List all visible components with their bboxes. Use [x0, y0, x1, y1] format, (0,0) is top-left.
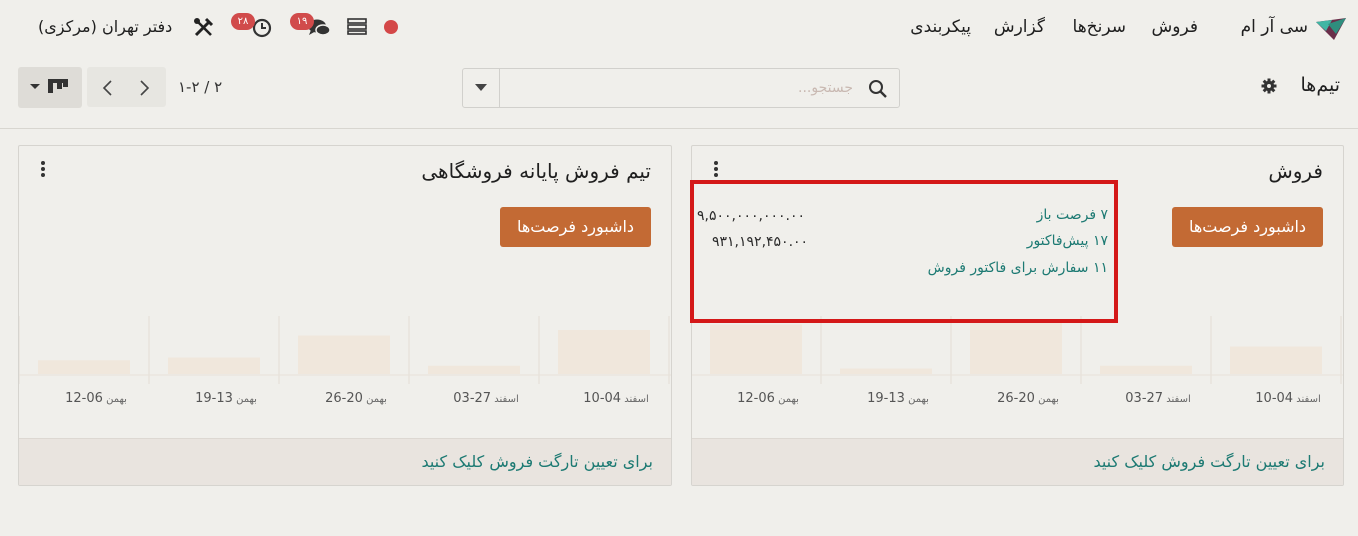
- pos-graph[interactable]: اسفند 04-10 اسفند 27-03 بهمن 20-26 بهمن 13-…: [19, 306, 672, 406]
- graph-bar[interactable]: [558, 330, 650, 374]
- pager-value[interactable]: ۱-۲ / ۲: [178, 78, 222, 96]
- menu-reporting[interactable]: گزارش: [994, 17, 1045, 37]
- top-navbar: سی آر ام فروش سرنخ‌ها گزارش پیکربندی ۱۹ …: [0, 0, 1358, 56]
- set-target-link[interactable]: برای تعیین تارگت فروش کلیک کنید: [421, 452, 653, 471]
- highlight-box: [690, 180, 1118, 323]
- graph-bar[interactable]: [428, 365, 520, 374]
- graph-tick-label: اسفند 27-03: [1125, 391, 1190, 406]
- graph-bar[interactable]: [1100, 365, 1192, 374]
- clock-icon[interactable]: [252, 18, 272, 38]
- graph-tick-label: اسفند 04-10: [1255, 391, 1320, 406]
- graph-tick-label: بهمن 06-12: [737, 391, 799, 406]
- graph-bar[interactable]: [710, 324, 802, 375]
- menu-sales[interactable]: فروش: [1152, 17, 1198, 37]
- crm-logo-icon[interactable]: [1314, 16, 1348, 42]
- chevron-right-icon[interactable]: [137, 79, 151, 97]
- graph-tick-label: بهمن 20-26: [325, 391, 387, 406]
- set-target-link[interactable]: برای تعیین تارگت فروش کلیک کنید: [1093, 452, 1325, 471]
- kanban-icon: [30, 79, 68, 93]
- graph-tick-label: بهمن 06-12: [65, 391, 127, 406]
- card-title[interactable]: فروش: [1268, 159, 1323, 183]
- search-options-toggle[interactable]: [463, 69, 500, 107]
- card-footer: برای تعیین تارگت فروش کلیک کنید: [19, 438, 671, 485]
- pager-buttons: [87, 67, 166, 107]
- graph-bar[interactable]: [1230, 346, 1322, 375]
- breadcrumb[interactable]: تیم‌ها: [1301, 74, 1340, 96]
- graph-tick-label: اسفند 04-10: [583, 391, 648, 406]
- graph-bar[interactable]: [840, 368, 932, 375]
- caret-down-icon: [475, 84, 487, 91]
- activities-badge: ۲۸: [231, 13, 255, 30]
- kebab-icon[interactable]: [41, 161, 45, 179]
- gear-icon[interactable]: [1261, 78, 1277, 94]
- card-title[interactable]: تیم فروش پایانه فروشگاهی: [421, 159, 651, 183]
- card-footer: برای تعیین تارگت فروش کلیک کنید: [692, 438, 1343, 485]
- control-divider: [0, 128, 1358, 129]
- view-switcher-button[interactable]: [18, 67, 82, 108]
- search-bar: [462, 68, 900, 108]
- team-card-pos[interactable]: تیم فروش پایانه فروشگاهی داشبورد فرصت‌ها…: [18, 145, 672, 486]
- search-input[interactable]: [501, 69, 861, 107]
- graph-bar[interactable]: [168, 357, 260, 375]
- tools-icon[interactable]: [193, 17, 214, 38]
- dashboard-button[interactable]: داشبورد فرصت‌ها: [1172, 207, 1323, 247]
- record-dot-icon[interactable]: [384, 20, 398, 34]
- app-name[interactable]: سی آر ام: [1241, 17, 1308, 37]
- graph-bar[interactable]: [38, 360, 130, 374]
- menu-configuration[interactable]: پیکربندی: [910, 17, 971, 37]
- company-switcher[interactable]: دفتر تهران (مرکزی): [38, 17, 172, 36]
- graph-tick-label: اسفند 27-03: [453, 391, 518, 406]
- graph-bar[interactable]: [970, 319, 1062, 374]
- dashboard-button[interactable]: داشبورد فرصت‌ها: [500, 207, 651, 247]
- list-icon[interactable]: [347, 18, 367, 35]
- graph-bar[interactable]: [298, 335, 390, 375]
- search-icon[interactable]: [868, 79, 888, 99]
- graph-tick-label: بهمن 13-19: [867, 391, 929, 406]
- menu-leads[interactable]: سرنخ‌ها: [1073, 17, 1126, 37]
- messages-badge: ۱۹: [290, 13, 314, 30]
- chevron-left-icon[interactable]: [101, 79, 115, 97]
- kebab-icon[interactable]: [714, 161, 718, 179]
- graph-tick-label: بهمن 20-26: [997, 391, 1059, 406]
- graph-tick-label: بهمن 13-19: [195, 391, 257, 406]
